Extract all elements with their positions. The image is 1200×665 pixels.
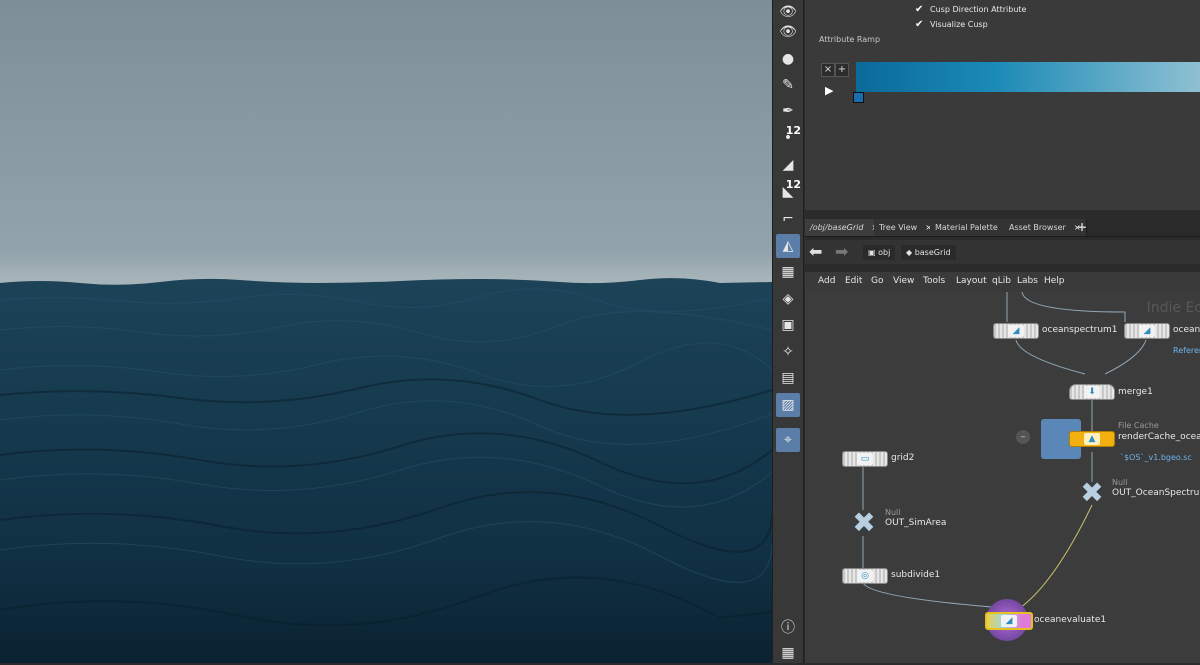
menu-view[interactable]: View	[893, 276, 914, 286]
pen-tool-icon[interactable]: ✒	[776, 99, 800, 123]
layout-grid-icon[interactable]: ▦	[776, 641, 800, 665]
grid-tool-icon[interactable]: ▣	[776, 313, 800, 337]
merge-icon: ⬇	[1084, 386, 1100, 398]
crumb-label: baseGrid	[914, 248, 951, 257]
crumb-label: obj	[878, 248, 891, 257]
node-rendercache[interactable]: ▲	[1069, 431, 1115, 447]
menu-edit[interactable]: Edit	[845, 276, 862, 286]
menu-qlib[interactable]: qLib	[992, 276, 1011, 286]
badge-label: 12	[785, 178, 801, 191]
node-label: grid2	[891, 453, 915, 463]
bypass-icon[interactable]: –	[1016, 430, 1030, 444]
uv-tool-icon[interactable]: ◈	[776, 287, 800, 311]
node-grid2[interactable]: ▭	[842, 451, 888, 467]
node-label: ocean	[1173, 325, 1200, 335]
parameter-panel: ✔ Cusp Direction Attribute ✔ Visualize C…	[805, 0, 1200, 210]
cusp-direction-checkbox[interactable]: ✔ Cusp Direction Attribute	[915, 2, 1026, 16]
node-label: subdivide1	[891, 570, 941, 580]
menu-tools[interactable]: Tools	[923, 276, 945, 286]
node-type: Null	[885, 508, 901, 517]
location-tool-icon[interactable]: ⌖	[776, 428, 800, 452]
surface-tool-icon[interactable]: ◭	[776, 234, 800, 258]
node-subtext: `$OS`_v1.bgeo.sc	[1120, 453, 1192, 462]
node-type: File Cache	[1118, 421, 1159, 430]
handle-tool-icon[interactable]: 👁	[776, 20, 800, 44]
ramp-key-handle[interactable]	[853, 92, 864, 103]
point-tool-icon[interactable]: ●	[776, 47, 800, 71]
breadcrumb-basegrid[interactable]: ◆ baseGrid	[901, 245, 956, 260]
node-label: OUT_SimArea	[885, 518, 947, 528]
network-menu-bar: Add Edit Go View Tools Layout qLib Labs …	[805, 272, 1200, 292]
tab-network[interactable]: /obj/baseGrid×	[805, 219, 885, 236]
scene-viewport[interactable]	[0, 0, 772, 663]
cache-icon: ▲	[1084, 433, 1100, 445]
node-label: renderCache_ocea	[1118, 432, 1200, 442]
ramp-expand-icon[interactable]: ▶	[825, 84, 833, 97]
curve-tool-icon[interactable]: ⌐	[776, 207, 800, 231]
ramp-label: Attribute Ramp	[819, 35, 881, 44]
menu-labs[interactable]: Labs	[1017, 276, 1038, 286]
ocean-icon: ◢	[1008, 325, 1024, 337]
subdivide-icon: ◎	[857, 570, 873, 582]
node-oceanevaluate1[interactable]: ◢	[985, 612, 1033, 630]
node-oceanspectrum1[interactable]: ◢	[993, 323, 1039, 339]
tool-shelf: 👁 👁 ● ✎ ✒ • 12 ◢ ◣ 12 ⌐ ◭ ▦ ◈ ▣ ✧ ▤ ▨ ⌖ ⓘ …	[772, 0, 804, 663]
check-icon: ✔	[915, 3, 924, 15]
checker-tool-icon[interactable]: ▦	[776, 260, 800, 284]
checkbox-label: Visualize Cusp	[930, 19, 988, 29]
tab-label: /obj/baseGrid	[810, 223, 864, 232]
light-tool-icon[interactable]: ✧	[776, 340, 800, 364]
check-icon: ✔	[915, 18, 924, 30]
node-subtext: Referen	[1173, 346, 1200, 355]
tab-label: Asset Browser	[1009, 223, 1066, 232]
menu-add[interactable]: Add	[818, 276, 835, 286]
network-editor[interactable]: Indie Ec ◢ oceanspectrum1 ◢ ocean Refere…	[805, 292, 1200, 663]
brush-tool-icon[interactable]: ✎	[776, 73, 800, 97]
node-label: OUT_OceanSpectrum	[1112, 488, 1200, 498]
ocean-render	[0, 278, 772, 663]
node-out-simarea[interactable]: ✖	[847, 509, 881, 537]
menu-layout[interactable]: Layout	[956, 276, 987, 286]
tab-tree-view[interactable]: Tree View ×	[874, 219, 938, 236]
path-bar: ⬅ ➡ ▣ obj ◆ baseGrid	[805, 240, 1200, 264]
image-tool-icon[interactable]: ▨	[776, 393, 800, 417]
tab-label: Material Palette	[935, 223, 998, 232]
menu-help[interactable]: Help	[1044, 276, 1065, 286]
node-label: oceanspectrum1	[1042, 325, 1118, 335]
pane-tabs: /obj/baseGrid× Tree View× Material Palet…	[805, 219, 1200, 237]
node-out-oceanspectrum[interactable]: ✖	[1075, 479, 1109, 507]
paint-number-tool-icon[interactable]: ◣ 12	[776, 178, 801, 204]
ramp-remove-button[interactable]: ×	[821, 63, 835, 77]
node-label: merge1	[1118, 387, 1153, 397]
forward-arrow-icon[interactable]: ➡	[835, 243, 857, 261]
node-label: oceanevaluate1	[1034, 615, 1107, 625]
checkbox-label: Cusp Direction Attribute	[930, 4, 1027, 14]
node-merge1[interactable]: ⬇	[1069, 384, 1115, 400]
ocean-icon: ◢	[1139, 325, 1155, 337]
tab-label: Tree View	[879, 223, 918, 232]
add-tab-button[interactable]: +	[1072, 219, 1092, 236]
paint-tool-icon[interactable]: ◢	[776, 153, 800, 177]
back-arrow-icon[interactable]: ⬅	[809, 243, 831, 261]
ocean-icon: ◢	[1001, 615, 1017, 627]
info-icon[interactable]: ⓘ	[776, 615, 800, 639]
attribute-tool-icon[interactable]: • 12	[776, 124, 801, 150]
grid-icon: ▭	[857, 453, 873, 465]
breadcrumb-obj[interactable]: ▣ obj	[863, 245, 896, 260]
ramp-add-button[interactable]: +	[835, 63, 849, 77]
node-ocean[interactable]: ◢	[1124, 323, 1170, 339]
frame-tool-icon[interactable]: ▤	[776, 366, 800, 390]
menu-go[interactable]: Go	[871, 276, 883, 286]
node-type: Null	[1112, 478, 1128, 487]
visualize-cusp-checkbox[interactable]: ✔ Visualize Cusp	[915, 17, 988, 31]
node-subdivide1[interactable]: ◎	[842, 568, 888, 584]
attribute-ramp[interactable]	[856, 62, 1200, 92]
badge-label: 12	[785, 124, 801, 137]
